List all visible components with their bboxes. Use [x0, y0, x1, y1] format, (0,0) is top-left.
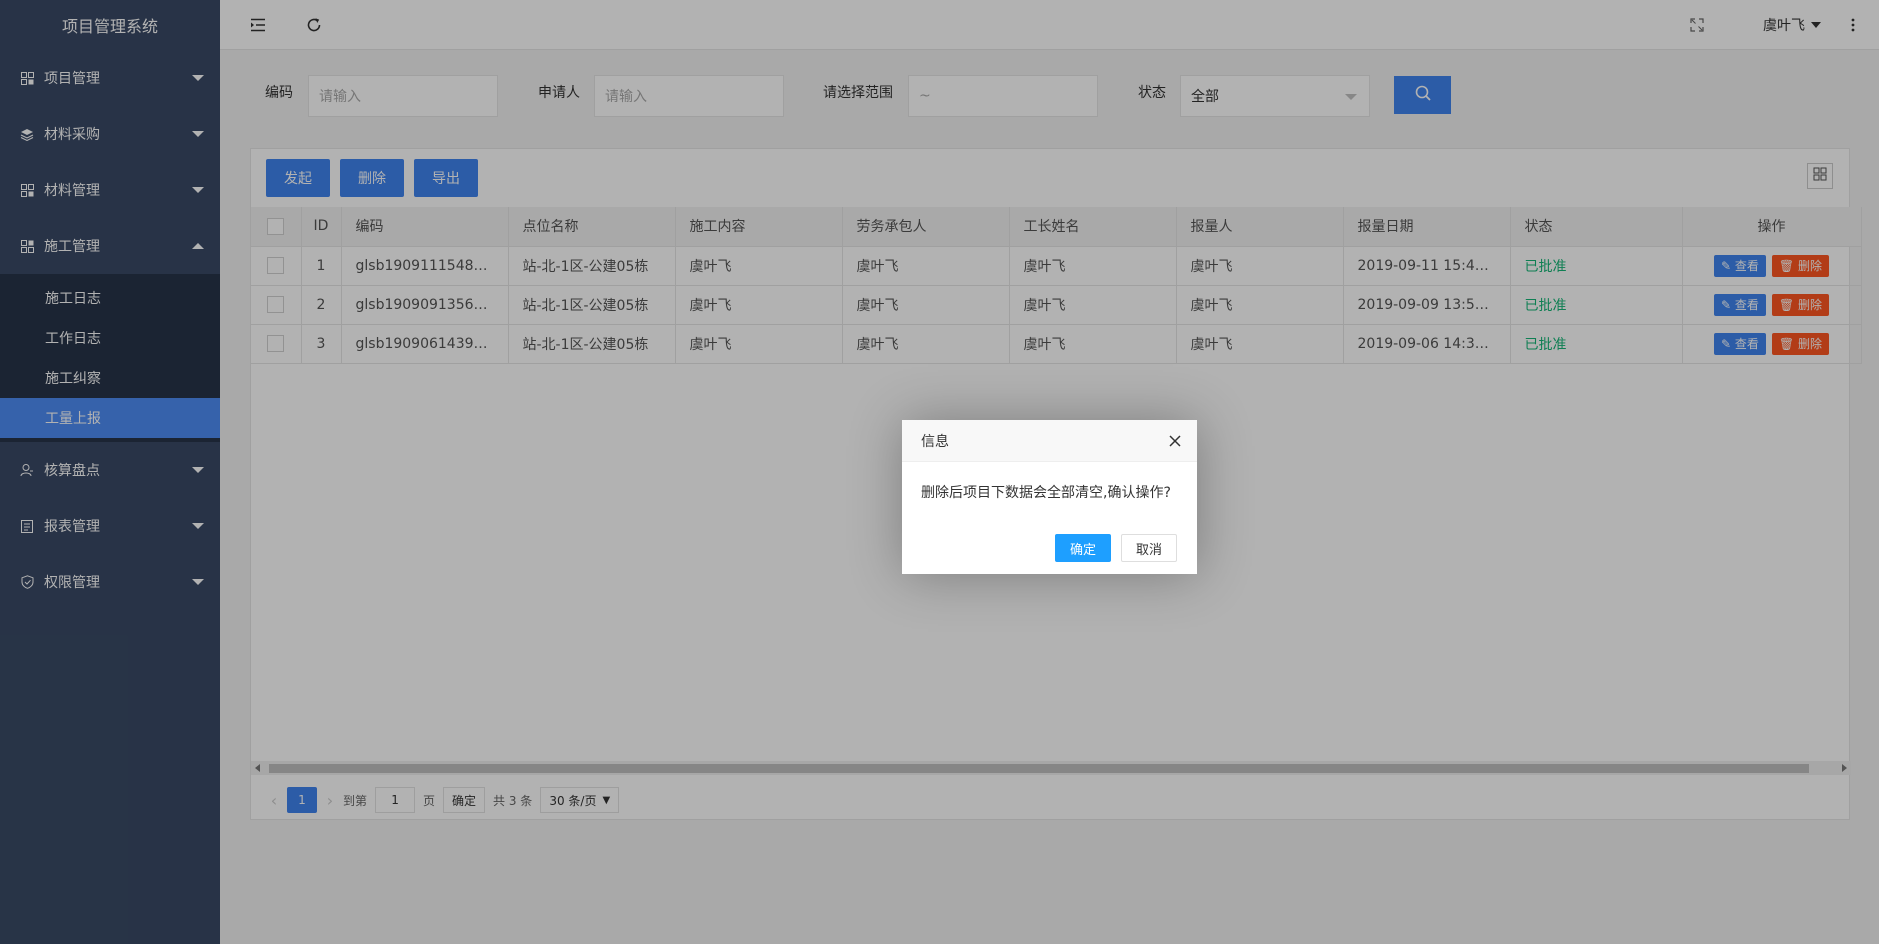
dialog-message: 删除后项目下数据会全部清空,确认操作? [921, 485, 1171, 501]
dialog-buttons: 确定 取消 [1045, 534, 1177, 562]
confirm-dialog: 信息 删除后项目下数据会全部清空,确认操作? 确定 取消 [902, 420, 1197, 574]
cancel-button[interactable]: 取消 [1120, 534, 1177, 562]
close-icon[interactable] [1167, 433, 1183, 449]
dialog-title: 信息 [902, 420, 1197, 462]
confirm-button[interactable]: 确定 [1054, 534, 1111, 562]
